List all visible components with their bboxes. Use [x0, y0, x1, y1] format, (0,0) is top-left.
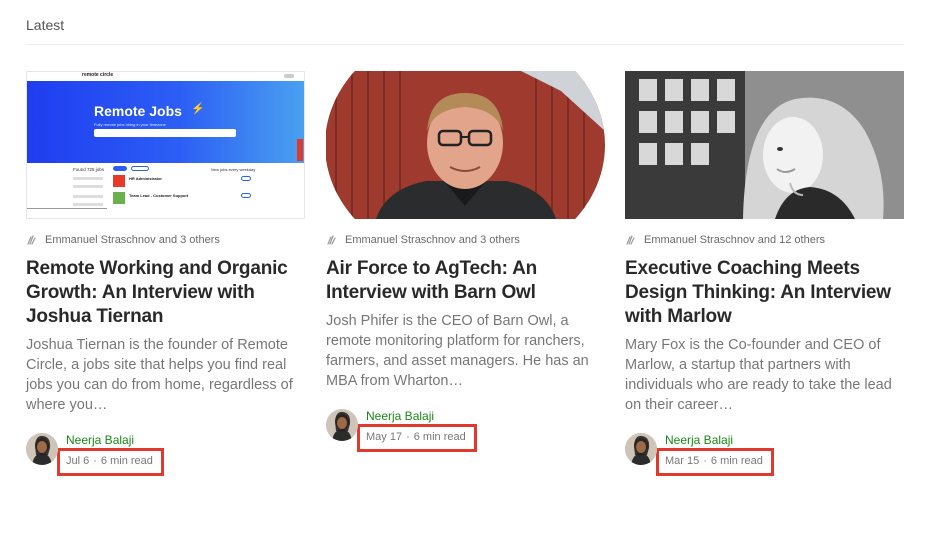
byline: Neerja Balaji Mar 15 · 6 min read: [625, 433, 904, 476]
hero-title: Remote Jobs: [94, 103, 182, 119]
post-meta: Mar 15 · 6 min read: [656, 448, 774, 476]
meta-separator: ·: [93, 455, 97, 467]
byline: Neerja Balaji May 17 · 6 min read: [326, 409, 605, 452]
post-excerpt[interactable]: Josh Phifer is the CEO of Barn Owl, a re…: [326, 311, 605, 391]
author-avatar[interactable]: [326, 409, 358, 441]
post-meta: Jul 6 · 6 min read: [57, 448, 164, 476]
section-title: Latest: [26, 17, 65, 33]
job-title: Team Lead - Customer Support: [129, 193, 189, 198]
post-thumbnail[interactable]: remote circle Remote Jobs ⚡ Fully remote…: [26, 71, 305, 219]
post-thumbnail[interactable]: [625, 71, 904, 219]
post-excerpt[interactable]: Joshua Tiernan is the founder of Remote …: [26, 335, 305, 415]
read-time: 6 min read: [413, 431, 466, 443]
recommenders-text: Emmanuel Straschnov and 12 others: [644, 234, 825, 246]
post-card[interactable]: Emmanuel Straschnov and 3 others Air For…: [326, 71, 605, 452]
post-card[interactable]: remote circle Remote Jobs ⚡ Fully remote…: [26, 71, 305, 476]
hero-search-bar: [94, 129, 236, 137]
recommended-by: Emmanuel Straschnov and 12 others: [625, 233, 904, 247]
recommenders-text: Emmanuel Straschnov and 3 others: [45, 234, 220, 246]
post-date: Jul 6: [66, 455, 90, 467]
lightning-icon: ⚡: [191, 103, 205, 115]
section-divider: [26, 44, 904, 45]
meta-separator: ·: [406, 431, 410, 443]
post-excerpt[interactable]: Mary Fox is the Co-founder and CEO of Ma…: [625, 335, 904, 415]
recommended-by: Emmanuel Straschnov and 3 others: [26, 233, 305, 247]
author-name[interactable]: Neerja Balaji: [665, 432, 774, 448]
meta-separator: ·: [703, 455, 707, 467]
post-title[interactable]: Remote Working and Organic Growth: An In…: [26, 257, 305, 329]
clap-icon: [327, 235, 336, 245]
author-name[interactable]: Neerja Balaji: [66, 432, 164, 448]
clap-icon: [27, 235, 36, 245]
post-title[interactable]: Air Force to AgTech: An Interview with B…: [326, 257, 605, 305]
post-thumbnail[interactable]: [326, 71, 605, 219]
recommenders-text: Emmanuel Straschnov and 3 others: [345, 234, 520, 246]
hero-subtitle: Fully remote jobs hiring in your timezon…: [94, 122, 166, 127]
clap-icon: [626, 235, 635, 245]
jobs-found: Found 725 jobs: [73, 167, 105, 172]
post-title[interactable]: Executive Coaching Meets Design Thinking…: [625, 257, 904, 329]
job-title: HR Administrator: [129, 176, 162, 181]
post-date: Mar 15: [665, 455, 700, 467]
author-name[interactable]: Neerja Balaji: [366, 408, 477, 424]
post-date: May 17: [366, 431, 403, 443]
new-jobs-note: New jobs every weekday: [211, 167, 256, 172]
author-avatar[interactable]: [625, 433, 657, 465]
post-card[interactable]: Emmanuel Straschnov and 12 others Execut…: [625, 71, 904, 476]
site-logo: remote circle: [82, 72, 114, 78]
recommended-by: Emmanuel Straschnov and 3 others: [326, 233, 605, 247]
read-time: 6 min read: [710, 455, 763, 467]
author-avatar[interactable]: [26, 433, 58, 465]
post-meta: May 17 · 6 min read: [357, 424, 477, 452]
read-time: 6 min read: [100, 455, 153, 467]
byline: Neerja Balaji Jul 6 · 6 min read: [26, 433, 305, 476]
